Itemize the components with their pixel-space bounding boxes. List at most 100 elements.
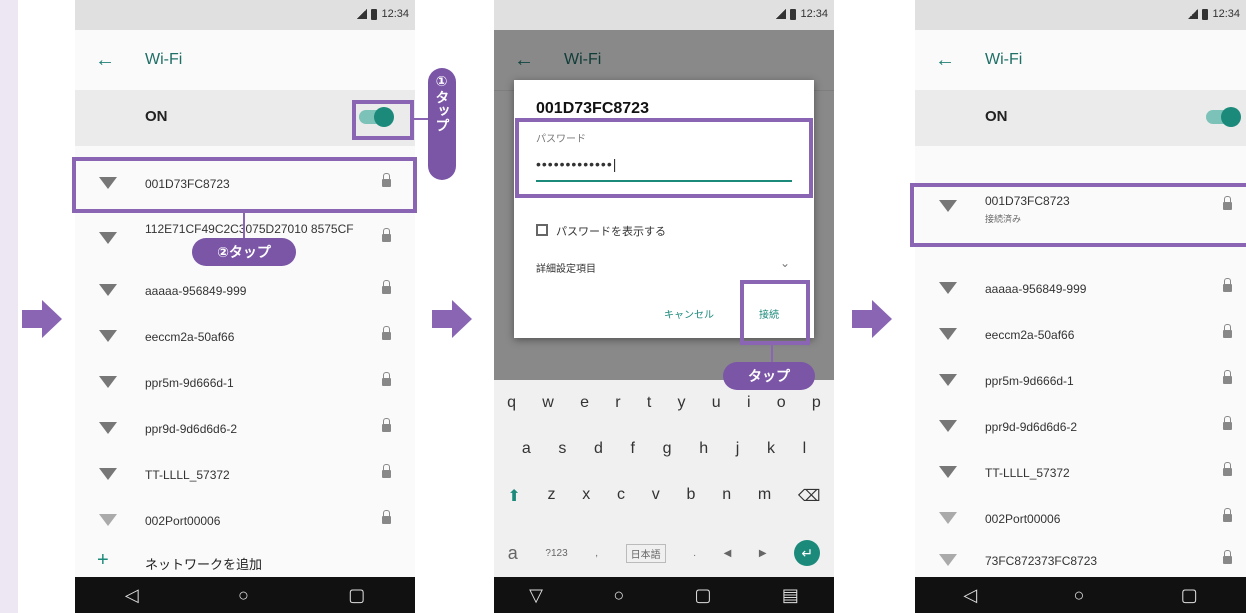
battery-icon [790, 8, 797, 20]
key[interactable]: c [617, 486, 625, 506]
add-network-row[interactable]: + ネットワークを追加 [75, 546, 415, 576]
show-password-checkbox[interactable] [536, 224, 548, 236]
key[interactable]: r [615, 394, 620, 412]
lock-icon [1223, 462, 1232, 476]
key[interactable]: q [507, 394, 516, 412]
key[interactable]: a [508, 543, 518, 564]
key[interactable]: p [812, 394, 821, 412]
connected-highlight-box [910, 183, 1246, 247]
wifi-signal-icon [99, 376, 117, 388]
back-arrow-icon[interactable]: ← [95, 49, 115, 72]
network-row[interactable]: eeccm2a-50af66 [915, 316, 1246, 356]
key[interactable]: f [631, 440, 635, 458]
key[interactable]: x [582, 486, 590, 506]
wifi-on-label: ON [145, 108, 168, 125]
nav-back-icon[interactable]: ◁ [963, 585, 977, 606]
key[interactable]: t [647, 394, 651, 412]
signal-icon [776, 9, 787, 19]
shift-key-icon[interactable]: ⬆ [507, 486, 520, 506]
network-row[interactable]: ppr5m-9d666d-1 [75, 364, 415, 404]
network-name: ppr5m-9d666d-1 [985, 374, 1074, 388]
wifi-signal-icon [939, 374, 957, 386]
network-name: eeccm2a-50af66 [145, 330, 235, 344]
key[interactable]: l [803, 440, 807, 458]
wifi-toggle-row[interactable]: ON [915, 90, 1246, 146]
key[interactable]: k [767, 440, 775, 458]
network-name: eeccm2a-50af66 [985, 328, 1075, 342]
key[interactable]: u [712, 394, 721, 412]
battery-icon [1202, 8, 1209, 20]
key[interactable]: . [693, 548, 696, 559]
nav-recents-icon[interactable]: ▢ [1181, 585, 1198, 606]
network-row[interactable]: ppr9d-9d6d6d6-2 [75, 410, 415, 450]
toggle-knob [1221, 107, 1241, 127]
network-row[interactable]: ppr5m-9d666d-1 [915, 362, 1246, 402]
network-row[interactable]: ppr9d-9d6d6d6-2 [915, 408, 1246, 448]
network-row[interactable]: 73FC872373FC8723 [915, 542, 1246, 582]
app-bar: ← Wi-Fi [915, 30, 1246, 91]
key[interactable]: g [663, 440, 672, 458]
lock-icon [382, 418, 391, 432]
key[interactable]: o [777, 394, 786, 412]
key[interactable]: s [558, 440, 566, 458]
lock-icon [1223, 508, 1232, 522]
lock-icon [382, 326, 391, 340]
key[interactable]: b [687, 486, 696, 506]
lock-icon [382, 228, 391, 242]
nav-back-icon[interactable]: ▽ [529, 585, 543, 606]
nav-back-icon[interactable]: ◁ [125, 585, 139, 606]
key[interactable]: a [522, 440, 531, 458]
key[interactable]: d [594, 440, 603, 458]
key[interactable]: ▶ [759, 548, 767, 559]
key[interactable]: m [758, 486, 771, 506]
key[interactable]: e [580, 394, 589, 412]
phone-screen-3: 12:34 ← Wi-Fi ON 001D73FC8723 接続済み aaaaa… [915, 0, 1246, 613]
lock-icon [1223, 278, 1232, 292]
key[interactable]: ◀ [724, 548, 732, 559]
nav-home-icon[interactable]: ○ [613, 585, 624, 606]
key[interactable]: j [736, 440, 740, 458]
wifi-signal-icon [99, 232, 117, 244]
clock: 12:34 [800, 8, 828, 20]
key[interactable]: w [542, 394, 554, 412]
left-margin-bar [0, 0, 18, 613]
nav-bar: ◁ ○ ▢ [915, 577, 1246, 613]
wifi-toggle-switch[interactable] [1206, 107, 1241, 127]
network-name: ppr9d-9d6d6d6-2 [985, 420, 1078, 434]
backspace-key-icon[interactable]: ⌫ [798, 486, 821, 506]
language-key[interactable]: 日本語 [625, 543, 666, 563]
wifi-signal-icon [939, 328, 957, 340]
keyboard-row-4: a ?123 , 日本語 . ◀ ▶ ↵ [494, 540, 834, 566]
back-arrow-icon[interactable]: ← [935, 49, 955, 72]
nav-recents-icon[interactable]: ▢ [695, 585, 712, 606]
app-bar: ← Wi-Fi [75, 30, 415, 91]
keyboard-switch-icon[interactable]: ▤ [782, 585, 799, 606]
keyboard-row-3: ⬆ z x c v b n m ⌫ [494, 486, 834, 506]
network-row[interactable]: aaaaa-956849-999 [915, 270, 1246, 310]
key[interactable]: h [699, 440, 708, 458]
key[interactable]: n [722, 486, 731, 506]
nav-recents-icon[interactable]: ▢ [348, 585, 365, 606]
advanced-options-label[interactable]: 詳細設定項目 [536, 260, 596, 275]
network-row[interactable]: 002Port00006 [75, 502, 415, 542]
enter-key-icon[interactable]: ↵ [794, 540, 821, 566]
network-row[interactable]: TT-LLLL_57372 [75, 456, 415, 496]
key[interactable]: y [678, 394, 686, 412]
network-row[interactable]: eeccm2a-50af66 [75, 318, 415, 358]
key[interactable]: z [548, 486, 556, 506]
soft-keyboard: q w e r t y u i o p a s d f g h j k l ⬆ … [494, 380, 834, 577]
key[interactable]: i [747, 394, 751, 412]
cancel-button[interactable]: キャンセル [664, 306, 714, 321]
chevron-down-icon[interactable]: ⌄ [780, 256, 790, 270]
key[interactable]: ?123 [545, 548, 567, 559]
network-row[interactable]: aaaaa-956849-999 [75, 272, 415, 312]
network-row[interactable]: 002Port00006 [915, 500, 1246, 540]
network-row[interactable]: TT-LLLL_57372 [915, 454, 1246, 494]
nav-home-icon[interactable]: ○ [238, 585, 249, 606]
lock-icon [382, 464, 391, 478]
key[interactable]: v [652, 486, 660, 506]
show-password-label[interactable]: パスワードを表示する [556, 223, 666, 239]
nav-home-icon[interactable]: ○ [1073, 585, 1084, 606]
annotation-connector [243, 213, 245, 239]
key[interactable]: , [595, 548, 598, 559]
